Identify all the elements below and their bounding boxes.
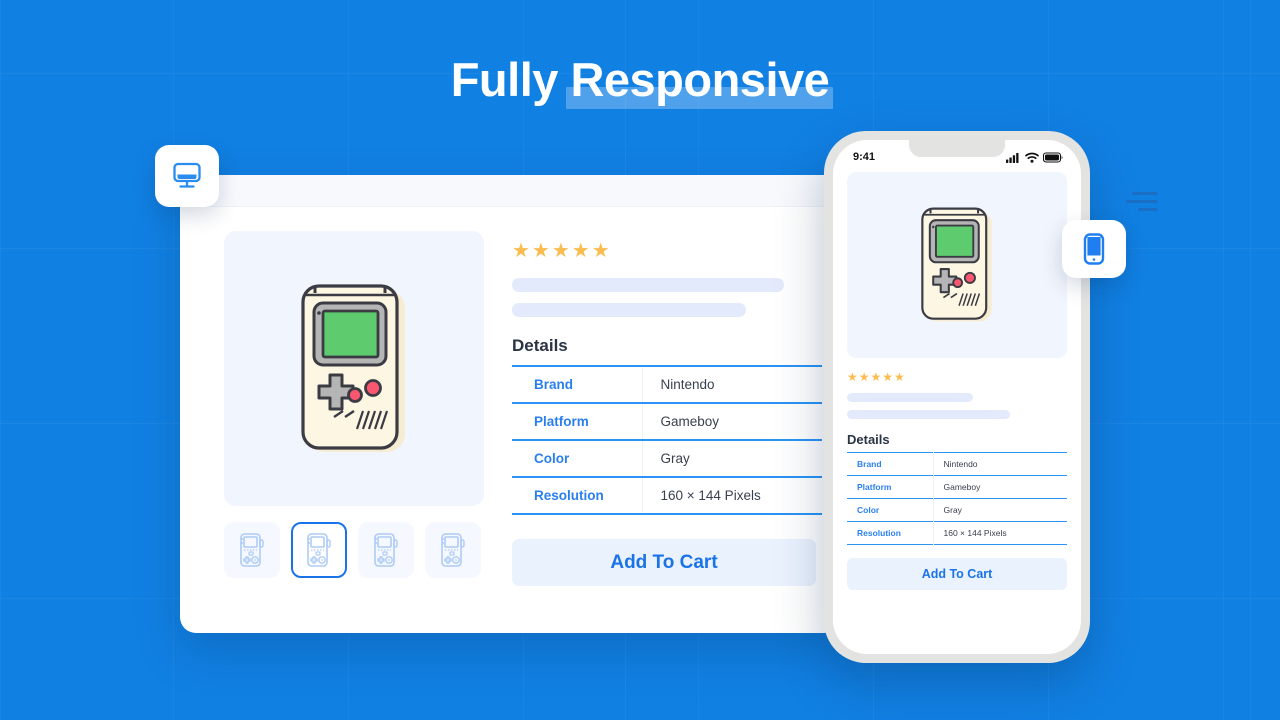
rating-stars: ★★★★★ bbox=[512, 240, 612, 262]
detail-value-brand: Nintendo bbox=[660, 377, 715, 392]
desktop-monitor-icon bbox=[173, 162, 201, 188]
detail-key-color: Color bbox=[512, 440, 643, 477]
detail-value-color: Gray bbox=[660, 451, 690, 466]
product-image-main bbox=[224, 231, 484, 506]
console-outline-icon bbox=[307, 533, 331, 567]
title-lead: Fully bbox=[450, 53, 571, 106]
product-info: ★★★★★ Details Brand Nintendo Platform Ga… bbox=[512, 231, 822, 586]
desktop-product-page: ★★★★★ Details Brand Nintendo Platform Ga… bbox=[180, 207, 840, 586]
add-to-cart-button[interactable]: Add To Cart bbox=[847, 558, 1067, 590]
table-row: Brand Nintendo bbox=[847, 452, 1067, 476]
detail-value-brand: Nintendo bbox=[943, 459, 978, 469]
detail-value-resolution: 160 × 144 Pixels bbox=[660, 488, 761, 503]
wifi-icon bbox=[1025, 152, 1039, 163]
console-outline-icon bbox=[441, 533, 465, 567]
details-table: Brand Nintendo Platform Gameboy Color Gr… bbox=[847, 452, 1067, 545]
detail-value-platform: Gameboy bbox=[660, 414, 720, 429]
gameboy-illustration bbox=[301, 283, 405, 452]
text-placeholder-2 bbox=[847, 410, 1010, 419]
table-row: Brand Nintendo bbox=[512, 366, 822, 403]
mobile-view-badge[interactable] bbox=[1062, 220, 1126, 278]
detail-value-color: Gray bbox=[943, 505, 962, 515]
menu-line-3 bbox=[1138, 208, 1158, 211]
mobile-preview-device: 9:41 ★★★★★ Details Brand Nintendo Platfo… bbox=[824, 131, 1090, 663]
status-icon-group bbox=[1006, 151, 1063, 163]
detail-key-brand: Brand bbox=[512, 366, 643, 403]
table-row: Color Gray bbox=[512, 440, 822, 477]
thumbnail-strip bbox=[224, 522, 486, 578]
detail-value-resolution: 160 × 144 Pixels bbox=[943, 528, 1007, 538]
page-title: Fully Responsive bbox=[450, 52, 834, 109]
table-row: Platform Gameboy bbox=[847, 475, 1067, 499]
text-placeholder-1 bbox=[847, 393, 973, 402]
console-outline-icon bbox=[240, 533, 264, 567]
phone-screen: 9:41 ★★★★★ Details Brand Nintendo Platfo… bbox=[833, 140, 1081, 654]
details-heading: Details bbox=[512, 336, 568, 355]
detail-value-platform: Gameboy bbox=[943, 482, 981, 492]
mobile-product-page: ★★★★★ Details Brand Nintendo Platform Ga… bbox=[833, 166, 1081, 590]
page-root: Fully Responsive ★★★★★ Details Brand Nin… bbox=[0, 0, 1280, 720]
text-placeholder-1 bbox=[512, 278, 784, 292]
details-table: Brand Nintendo Platform Gameboy Color Gr… bbox=[512, 365, 822, 515]
rating-stars: ★★★★★ bbox=[847, 370, 906, 384]
table-row: Resolution 160 × 144 Pixels bbox=[847, 521, 1067, 545]
text-placeholder-2 bbox=[512, 303, 746, 317]
details-heading: Details bbox=[847, 432, 890, 447]
detail-key-platform: Platform bbox=[512, 403, 643, 440]
hero-title-wrapper: Fully Responsive bbox=[0, 52, 1280, 109]
gameboy-illustration bbox=[921, 207, 992, 322]
menu-lines-icon bbox=[1126, 192, 1158, 211]
console-outline-icon bbox=[374, 533, 398, 567]
table-row: Color Gray bbox=[847, 498, 1067, 522]
detail-key-resolution: Resolution bbox=[847, 521, 934, 545]
table-row: Platform Gameboy bbox=[512, 403, 822, 440]
table-row: Resolution 160 × 144 Pixels bbox=[512, 477, 822, 514]
cellular-signal-icon bbox=[1006, 152, 1019, 163]
product-thumbnail-3[interactable] bbox=[358, 522, 414, 578]
browser-chrome-bar bbox=[180, 175, 840, 207]
product-gallery bbox=[224, 231, 486, 586]
detail-key-platform: Platform bbox=[847, 475, 934, 499]
product-thumbnail-2[interactable] bbox=[291, 522, 347, 578]
desktop-view-badge[interactable] bbox=[155, 145, 219, 207]
desktop-preview-card: ★★★★★ Details Brand Nintendo Platform Ga… bbox=[180, 175, 840, 633]
mobile-phone-icon bbox=[1083, 233, 1105, 265]
status-time: 9:41 bbox=[853, 151, 876, 163]
detail-key-resolution: Resolution bbox=[512, 477, 643, 514]
add-to-cart-button[interactable]: Add To Cart bbox=[512, 539, 816, 586]
product-thumbnail-4[interactable] bbox=[425, 522, 481, 578]
detail-key-brand: Brand bbox=[847, 452, 934, 476]
menu-line-1 bbox=[1132, 192, 1158, 195]
phone-notch bbox=[909, 140, 1005, 157]
menu-line-2 bbox=[1126, 200, 1158, 203]
product-image-main bbox=[847, 172, 1067, 358]
product-thumbnail-1[interactable] bbox=[224, 522, 280, 578]
detail-key-color: Color bbox=[847, 498, 934, 522]
battery-icon bbox=[1043, 151, 1063, 163]
title-highlight-wrap: Responsive bbox=[566, 52, 834, 109]
title-highlight: Responsive bbox=[570, 53, 830, 106]
